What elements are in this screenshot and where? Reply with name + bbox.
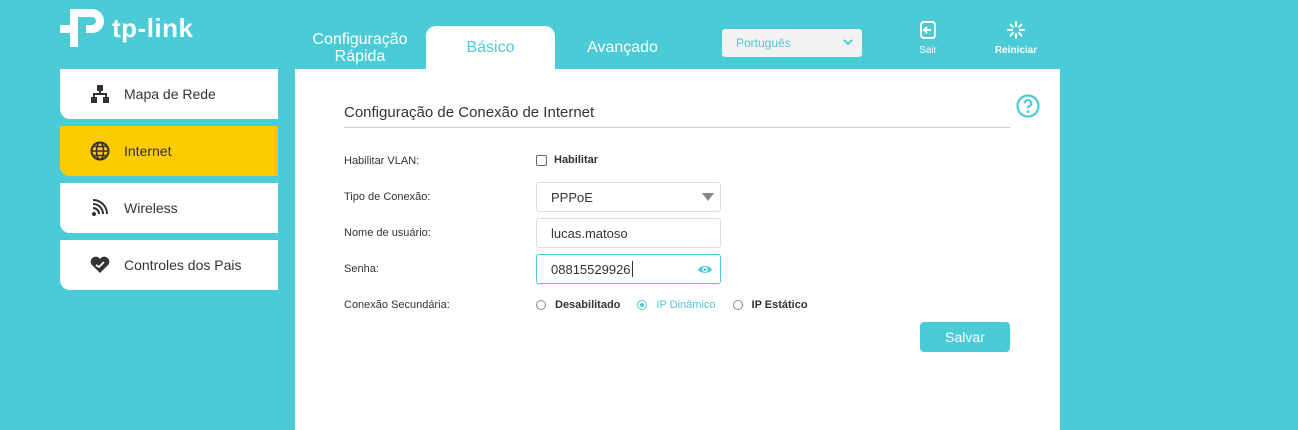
logo-text: tp-link [112,12,194,43]
radio-dynamic-ip-circle[interactable] [637,300,648,310]
section-title: Configuração de Conexão de Internet [344,104,595,121]
language-selected: Português [736,36,791,50]
eye-icon[interactable] [697,264,713,275]
radio-static-ip[interactable]: IP Estático [732,299,808,311]
vlan-checkbox[interactable]: Habilitar [536,154,598,166]
help-button[interactable] [1016,94,1040,123]
logout-button[interactable]: Sair [898,20,958,56]
username-label: Nome de usuário: [344,227,431,239]
globe-icon [90,141,110,161]
username-input[interactable]: lucas.matoso [536,218,721,248]
sidebar-item-wireless[interactable]: Wireless [60,183,278,233]
vlan-checkbox-label: Habilitar [554,154,599,166]
vlan-checkbox-box[interactable] [536,154,547,166]
radio-disabled-circle[interactable] [536,300,546,310]
secondary-connection-radios: Desabilitado IP Dinâmico IP Estático [536,299,808,311]
save-button[interactable]: Salvar [920,322,1010,352]
connection-type-select[interactable]: PPPoE [536,182,721,212]
password-input[interactable]: 08815529926 [536,254,721,284]
tab-quick-setup-line2: Rápida [334,47,386,65]
sidebar-item-parental-controls[interactable]: Controles dos Pais [60,240,278,290]
radio-dynamic-ip[interactable]: IP Dinâmico [637,299,716,311]
sidebar-item-network-map[interactable]: Mapa de Rede [60,69,278,119]
tab-advanced-label: Avançado [587,39,658,56]
password-value: 08815529926 [551,261,631,277]
sidebar-item-internet[interactable]: Internet [60,126,278,176]
username-value: lucas.matoso [551,225,628,241]
language-select[interactable]: Português [722,29,862,57]
help-icon [1016,94,1040,118]
sidebar-item-label: Wireless [124,200,178,216]
sidebar: Mapa de Rede Internet Wireless Controles… [60,69,278,297]
tab-quick-setup-line1: Configuração [312,30,408,48]
tp-link-logo[interactable]: tp-link [60,4,194,52]
vlan-label: Habilitar VLAN: [344,155,420,167]
network-map-icon [91,85,109,103]
logout-label: Sair [919,45,937,56]
tab-basic[interactable]: Básico [426,26,555,69]
reboot-icon [1007,21,1025,39]
radio-static-ip-circle[interactable] [732,300,743,310]
wireless-icon [92,199,108,216]
parental-heart-icon [90,256,110,273]
sidebar-item-label: Internet [124,143,172,159]
text-cursor [631,261,633,277]
sidebar-item-label: Mapa de Rede [124,86,216,102]
chevron-down-icon [843,39,853,46]
tp-link-logo-icon [60,9,104,47]
caret-down-icon [702,193,714,201]
logout-icon [920,21,936,39]
connection-type-label: Tipo de Conexão: [344,191,431,203]
section-divider [344,127,1010,128]
secondary-connection-label: Conexão Secundária: [344,299,450,311]
connection-type-value: PPPoE [551,189,593,205]
main-panel: Configuração de Conexão de Internet Habi… [295,69,1060,430]
radio-disabled[interactable]: Desabilitado [536,299,620,311]
radio-static-ip-label: IP Estático [751,299,808,311]
sidebar-item-label: Controles dos Pais [124,257,242,273]
tab-advanced[interactable]: Avançado [555,26,690,69]
tab-basic-label: Básico [466,39,515,56]
radio-dynamic-ip-label: IP Dinâmico [656,299,716,311]
reboot-button[interactable]: Reiniciar [986,20,1046,56]
radio-disabled-label: Desabilitado [555,299,621,311]
tab-quick-setup[interactable]: Configuração Rápida [295,26,425,69]
password-label: Senha: [344,263,379,275]
reboot-label: Reiniciar [994,45,1038,56]
